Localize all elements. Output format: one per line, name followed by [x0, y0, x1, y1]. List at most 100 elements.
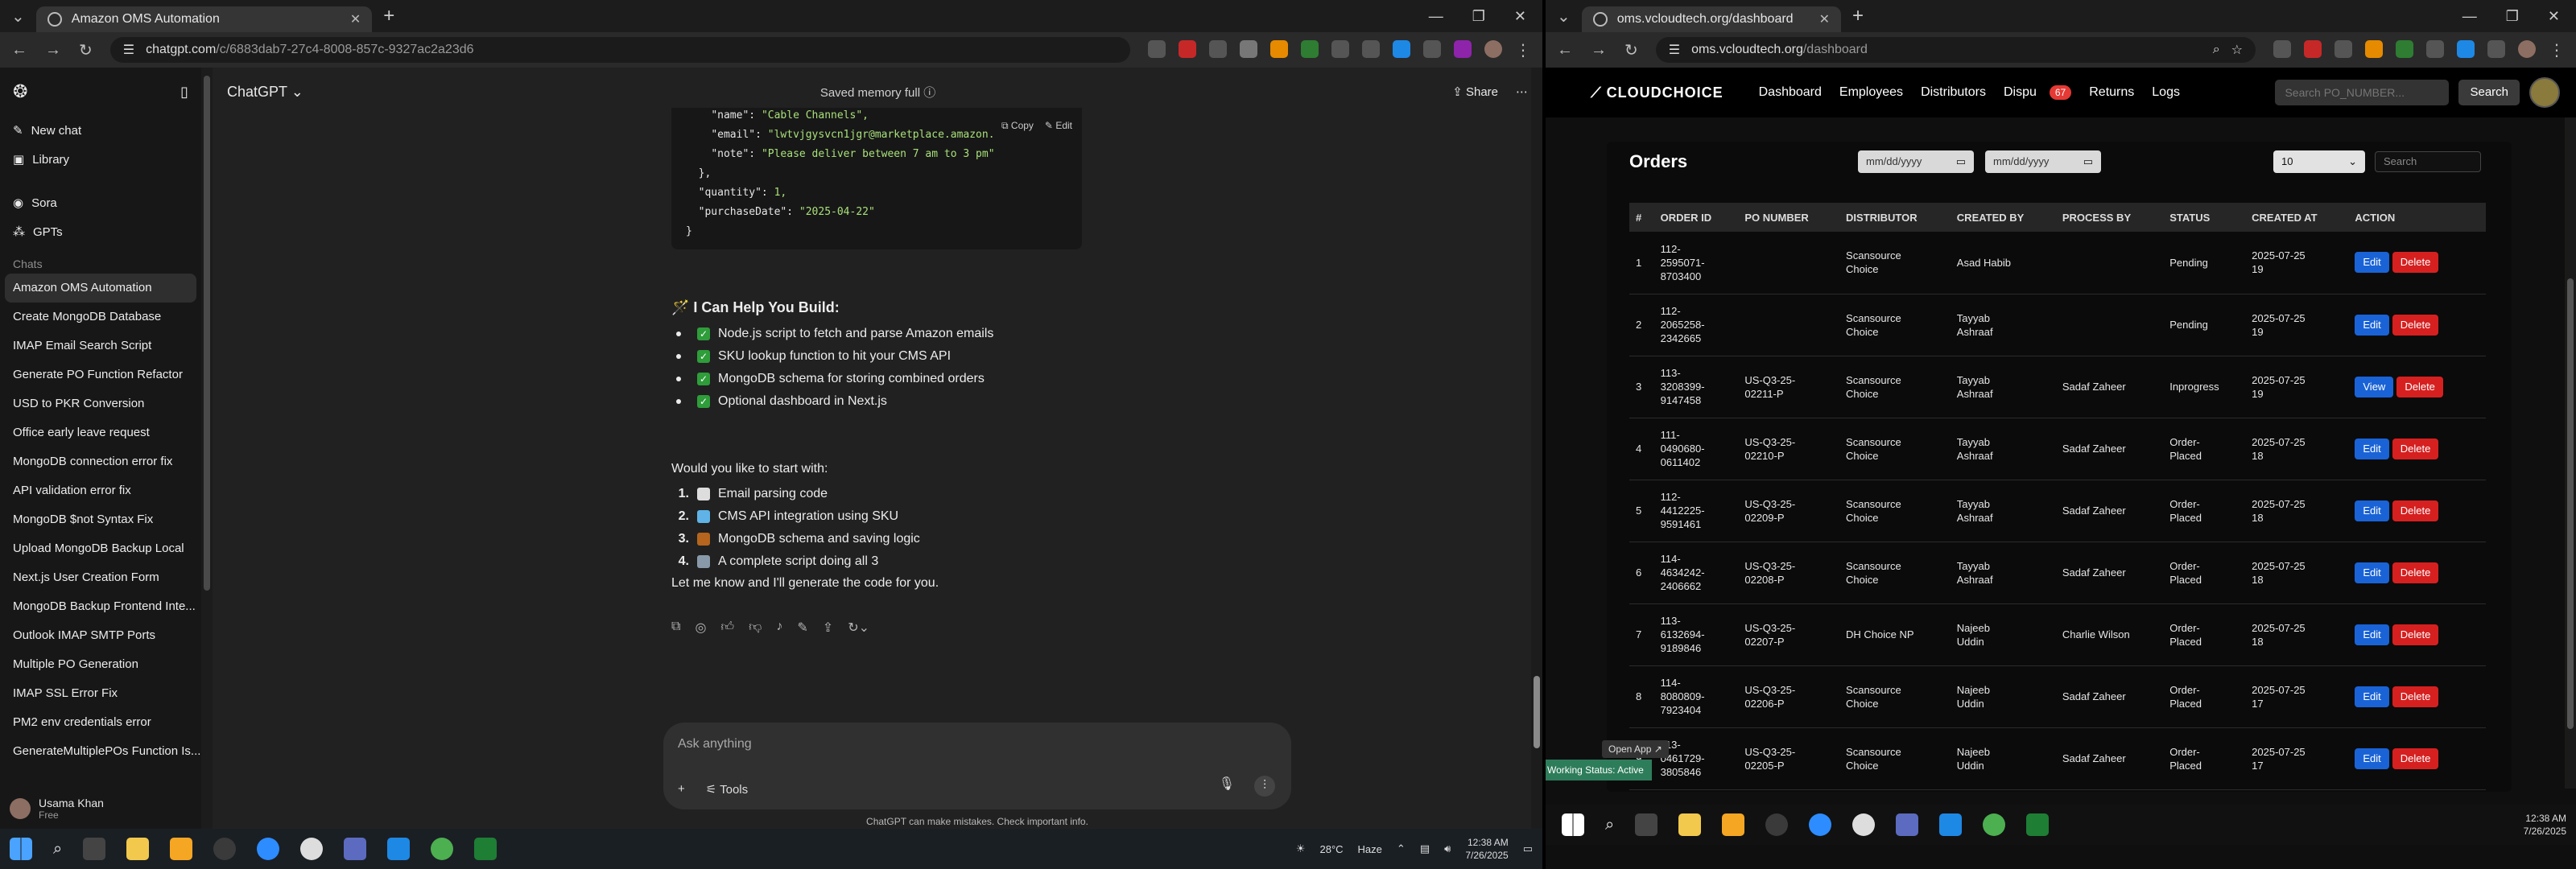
windows-start-icon[interactable]	[10, 838, 32, 860]
store-icon[interactable]	[1722, 813, 1745, 836]
scrollbar-thumb[interactable]	[2567, 278, 2574, 729]
url-field[interactable]: ☰ chatgpt.com/c/6883dab7-27c4-8008-857c-…	[109, 37, 1130, 63]
delete-button[interactable]: Delete	[2392, 314, 2439, 336]
user-profile[interactable]: Usama Khan Free	[0, 789, 201, 829]
chat-history-item[interactable]: MongoDB connection error fix	[0, 447, 201, 476]
chat-history-item[interactable]: Upload MongoDB Backup Local	[0, 534, 201, 563]
chat-history-item[interactable]: IMAP Email Search Script	[0, 332, 201, 360]
chrome-icon[interactable]	[1765, 813, 1789, 836]
delete-button[interactable]: Delete	[2392, 686, 2439, 707]
copy-code-button[interactable]: ⧉ Copy	[1001, 116, 1034, 135]
chat-history-item[interactable]: Office early leave request	[0, 418, 201, 447]
chat-history-item[interactable]: GenerateMultiplePOs Function Is...	[0, 737, 201, 766]
extension-icon[interactable]	[2304, 39, 2322, 58]
voice-mode-icon[interactable]: ⫶	[1254, 776, 1275, 797]
delete-button[interactable]: Delete	[2392, 562, 2439, 583]
edit-code-button[interactable]: ✎ Edit	[1045, 116, 1072, 135]
composer-input[interactable]: Ask anything	[678, 737, 752, 752]
chrome-icon[interactable]	[1983, 813, 2006, 836]
profile-icon[interactable]	[1484, 39, 1502, 58]
delete-button[interactable]: Delete	[2396, 376, 2443, 397]
nav-link[interactable]: Returns	[2089, 85, 2134, 100]
microphone-icon[interactable]: 🎙︎	[1219, 776, 1235, 797]
share-message-icon[interactable]: ⇪	[823, 620, 833, 636]
forward-icon[interactable]: →	[45, 41, 61, 60]
nav-link[interactable]: Employees	[1839, 85, 1903, 100]
extension-icon[interactable]	[2396, 39, 2413, 58]
url-field[interactable]: ☰ oms.vcloudtech.org/dashboard ⌕ ☆	[1655, 37, 2256, 63]
chat-history-item[interactable]: IMAP SSL Error Fix	[0, 679, 201, 708]
edit-button[interactable]: Edit	[2355, 314, 2389, 336]
search-icon[interactable]: ⌕	[53, 840, 62, 859]
app-icon[interactable]	[1852, 813, 1876, 836]
composer[interactable]: Ask anything + ⚟ Tools 🎙︎ ⫶	[663, 723, 1291, 809]
open-app-button[interactable]: Open App ↗	[1602, 740, 1669, 758]
network-icon[interactable]: ▤	[1420, 842, 1430, 855]
file-explorer-icon[interactable]	[126, 838, 150, 860]
nav-link[interactable]: Dispu	[2004, 85, 2037, 100]
delete-button[interactable]: Delete	[2392, 500, 2439, 521]
vscode-icon[interactable]	[1939, 813, 1963, 836]
extension-icon[interactable]	[2426, 39, 2444, 58]
store-icon[interactable]	[170, 838, 193, 860]
nav-link[interactable]: Dashboard	[1759, 85, 1822, 100]
edit-button[interactable]: Edit	[2355, 562, 2389, 583]
menu-dots-icon[interactable]: ⋮	[1515, 40, 1531, 60]
edit-button[interactable]: Edit	[2355, 438, 2389, 459]
edit-button[interactable]: Edit	[2355, 686, 2389, 707]
regenerate-icon[interactable]: ↻⌄	[848, 620, 869, 636]
site-info-icon[interactable]: ☰	[123, 42, 134, 58]
chat-history-item[interactable]: Next.js User Creation Form	[0, 563, 201, 592]
chat-history-item[interactable]: Outlook IMAP SMTP Ports	[0, 621, 201, 650]
close-window-icon[interactable]: ✕	[2548, 8, 2560, 25]
page-size-select[interactable]: 10 ⌄	[2273, 150, 2365, 173]
extension-icon[interactable]	[2273, 39, 2291, 58]
table-search-input[interactable]: Search	[2375, 151, 2481, 172]
date-from-input[interactable]: mm/dd/yyyy	[1858, 150, 1974, 173]
close-window-icon[interactable]: ✕	[1514, 8, 1526, 25]
clock[interactable]: 12:38 AM 7/26/2025	[2524, 812, 2566, 838]
edit-icon[interactable]: ✎	[797, 620, 807, 636]
edit-button[interactable]: Edit	[2355, 748, 2389, 769]
chat-history-item[interactable]: Create MongoDB Database	[0, 303, 201, 332]
chat-history-item[interactable]: MongoDB $not Syntax Fix	[0, 505, 201, 534]
sidebar-scrollbar[interactable]	[201, 68, 213, 829]
minimize-icon[interactable]: —	[1429, 8, 1443, 25]
chat-history-item[interactable]: Amazon OMS Automation	[5, 274, 196, 303]
sidebar-item-gpts[interactable]: ⁂ GPTs	[0, 217, 201, 246]
tab-close-icon[interactable]: ✕	[1819, 11, 1830, 27]
po-search-input[interactable]	[2275, 80, 2450, 105]
sidebar-item-new-chat[interactable]: ✎ New chat	[0, 116, 201, 145]
volume-icon[interactable]: 🔊︎	[1444, 842, 1451, 855]
extension-icon[interactable]	[1362, 39, 1380, 58]
new-tab-icon[interactable]: +	[383, 5, 394, 27]
reload-icon[interactable]: ↻	[1624, 40, 1638, 60]
date-to-input[interactable]: mm/dd/yyyy	[1985, 150, 2101, 173]
page-scrollbar[interactable]	[2565, 117, 2576, 789]
menu-dots-icon[interactable]: ⋮	[2549, 40, 2565, 60]
nav-link[interactable]: Distributors	[1921, 85, 1986, 100]
search-icon[interactable]: ⌕	[1605, 816, 1614, 834]
chat-history-item[interactable]: API validation error fix	[0, 476, 201, 505]
browser-tab[interactable]: Amazon OMS Automation ✕	[35, 6, 373, 32]
bookmark-star-icon[interactable]: ☆	[2231, 42, 2243, 58]
delete-button[interactable]: Delete	[2392, 438, 2439, 459]
file-explorer-icon[interactable]	[1678, 813, 1702, 836]
memory-status[interactable]: Saved memory full ⓘ	[820, 84, 935, 101]
chrome-icon[interactable]	[213, 838, 237, 860]
notification-icon[interactable]: ▭	[1523, 842, 1533, 855]
avatar[interactable]	[2529, 77, 2560, 108]
extension-icon[interactable]	[1148, 39, 1166, 58]
extension-icon[interactable]	[1179, 39, 1196, 58]
extension-icon[interactable]	[1393, 39, 1410, 58]
extension-icon[interactable]	[2365, 39, 2383, 58]
app-icon[interactable]	[300, 838, 324, 860]
chrome-icon[interactable]	[431, 838, 454, 860]
maximize-icon[interactable]: ❐	[2506, 8, 2519, 25]
speaker-icon[interactable]: ◎	[695, 620, 706, 636]
scrollbar-thumb[interactable]	[1534, 676, 1540, 748]
extension-icon[interactable]	[1331, 39, 1349, 58]
new-tab-icon[interactable]: +	[1852, 5, 1864, 27]
add-attachment-icon[interactable]: +	[678, 782, 685, 797]
browser-tab[interactable]: oms.vcloudtech.org/dashboard ✕	[1581, 6, 1841, 32]
